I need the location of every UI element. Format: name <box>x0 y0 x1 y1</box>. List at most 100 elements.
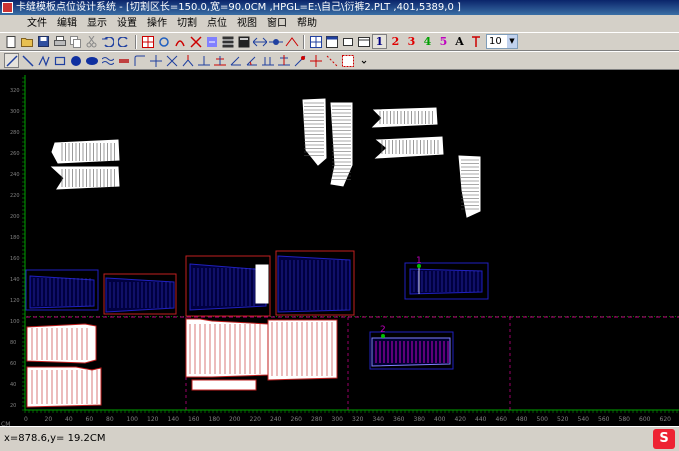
menu-settings[interactable]: 设置 <box>112 15 142 32</box>
y-ruler-label: 320 <box>10 88 20 94</box>
perpendicular-icon[interactable] <box>196 53 211 68</box>
layout-icon[interactable] <box>308 34 323 49</box>
zoom-box-icon[interactable] <box>140 34 155 49</box>
print-icon[interactable] <box>52 34 67 49</box>
menu-file[interactable]: 文件 <box>22 15 52 32</box>
layer-4-button[interactable]: 4 <box>420 34 435 49</box>
grid-dot <box>135 316 136 317</box>
menu-help[interactable]: 帮助 <box>292 15 322 32</box>
layer-1-button[interactable]: 1 <box>372 34 387 49</box>
calc-icon[interactable] <box>236 34 251 49</box>
node-icon[interactable] <box>180 53 195 68</box>
layer-5-button[interactable]: 5 <box>436 34 451 49</box>
menu-operate[interactable]: 操作 <box>142 15 172 32</box>
undo-icon[interactable] <box>100 34 115 49</box>
nest-piece-red[interactable] <box>26 366 102 408</box>
chevron-down-icon[interactable]: ▼ <box>507 35 517 48</box>
menu-window[interactable]: 窗口 <box>262 15 292 32</box>
drawing-canvas[interactable]: 1 2 320 300 280 260 240 220 200 180 160 140 120 100… <box>0 70 679 426</box>
more-icon[interactable] <box>356 53 371 68</box>
pin-icon[interactable] <box>308 53 323 68</box>
layer-3-button[interactable]: 3 <box>404 34 419 49</box>
angle-icon[interactable] <box>212 53 227 68</box>
x-ruler-label: 40 <box>65 416 73 423</box>
nest-piece-red[interactable] <box>267 319 338 381</box>
grid-dot <box>387 316 388 317</box>
dots-icon[interactable] <box>324 53 339 68</box>
nest-white-strip[interactable] <box>255 264 269 304</box>
grid-dot <box>39 316 40 317</box>
grid-dot <box>618 316 619 317</box>
pattern-piece[interactable] <box>458 155 481 218</box>
canvas-svg[interactable]: 1 2 320300280260240220200180160140120100… <box>0 70 679 426</box>
grid-dot <box>339 316 340 317</box>
nest-piece-red[interactable] <box>185 318 269 378</box>
grid-dot-icon[interactable] <box>340 53 355 68</box>
fit-icon[interactable] <box>340 34 355 49</box>
menu-cut[interactable]: 切割 <box>172 15 202 32</box>
parallel-icon[interactable] <box>260 53 275 68</box>
menu-display[interactable]: 显示 <box>82 15 112 32</box>
window2-icon[interactable] <box>356 34 371 49</box>
cut-icon[interactable] <box>84 34 99 49</box>
grid-icon[interactable] <box>220 34 235 49</box>
title-bar: 卡缝模板点位设计系统 - [切割区长=150.0,宽=90.0CM ,HPGL=… <box>0 0 679 15</box>
nest-piece-blue[interactable] <box>189 263 267 311</box>
nest-piece-red[interactable] <box>191 379 257 391</box>
pointer-icon[interactable] <box>4 53 19 68</box>
grid-dot <box>93 316 94 317</box>
fill-rect-icon[interactable] <box>116 53 131 68</box>
mirror-icon[interactable] <box>172 34 187 49</box>
circle-icon[interactable] <box>68 53 83 68</box>
x-ruler-label: 580 <box>619 416 631 423</box>
align-icon[interactable] <box>268 34 283 49</box>
wave-icon[interactable] <box>100 53 115 68</box>
menu-view[interactable]: 视图 <box>232 15 262 32</box>
rect-icon[interactable] <box>52 53 67 68</box>
needle-icon[interactable] <box>292 53 307 68</box>
grid-dot <box>303 316 304 317</box>
redo-icon[interactable] <box>116 34 131 49</box>
cross-icon[interactable] <box>148 53 163 68</box>
ellipse-icon[interactable] <box>84 53 99 68</box>
grid-dot <box>408 316 409 317</box>
measure-icon[interactable] <box>204 34 219 49</box>
marker-2[interactable] <box>381 334 385 338</box>
pattern-piece[interactable] <box>302 98 327 166</box>
rotate-icon[interactable] <box>156 34 171 49</box>
polyline-icon[interactable] <box>36 53 51 68</box>
window-icon[interactable] <box>324 34 339 49</box>
cut-tool-icon[interactable] <box>188 34 203 49</box>
menu-edit[interactable]: 编辑 <box>52 15 82 32</box>
pattern-piece[interactable] <box>371 107 438 128</box>
arc-icon[interactable] <box>244 53 259 68</box>
nest-piece-blue[interactable] <box>105 277 175 313</box>
nest-piece-red[interactable] <box>26 323 97 364</box>
group-icon[interactable] <box>284 34 299 49</box>
grid-dot <box>570 316 571 317</box>
y-ruler-label: 160 <box>10 256 20 262</box>
ime-logo-icon[interactable]: S <box>653 429 675 449</box>
grid-dot <box>543 316 544 317</box>
offset-icon[interactable] <box>228 53 243 68</box>
xline-icon[interactable] <box>164 53 179 68</box>
move-icon[interactable] <box>252 34 267 49</box>
open-icon[interactable] <box>20 34 35 49</box>
grid-dot <box>564 316 565 317</box>
x-ruler-label: 120 <box>147 416 159 423</box>
save-icon[interactable] <box>36 34 51 49</box>
line-icon[interactable] <box>20 53 35 68</box>
size-select[interactable]: 10 ▼ <box>486 34 518 49</box>
separator <box>135 34 137 49</box>
corner-icon[interactable] <box>132 53 147 68</box>
copy-icon[interactable] <box>68 34 83 49</box>
pattern-piece[interactable] <box>374 136 444 159</box>
text-button[interactable]: A <box>452 34 467 49</box>
new-icon[interactable] <box>4 34 19 49</box>
marker-1[interactable] <box>417 264 421 268</box>
pin-tool-icon[interactable] <box>468 34 483 49</box>
grid-dot <box>354 316 355 317</box>
layer-2-button[interactable]: 2 <box>388 34 403 49</box>
mark-icon[interactable] <box>276 53 291 68</box>
menu-points[interactable]: 点位 <box>202 15 232 32</box>
